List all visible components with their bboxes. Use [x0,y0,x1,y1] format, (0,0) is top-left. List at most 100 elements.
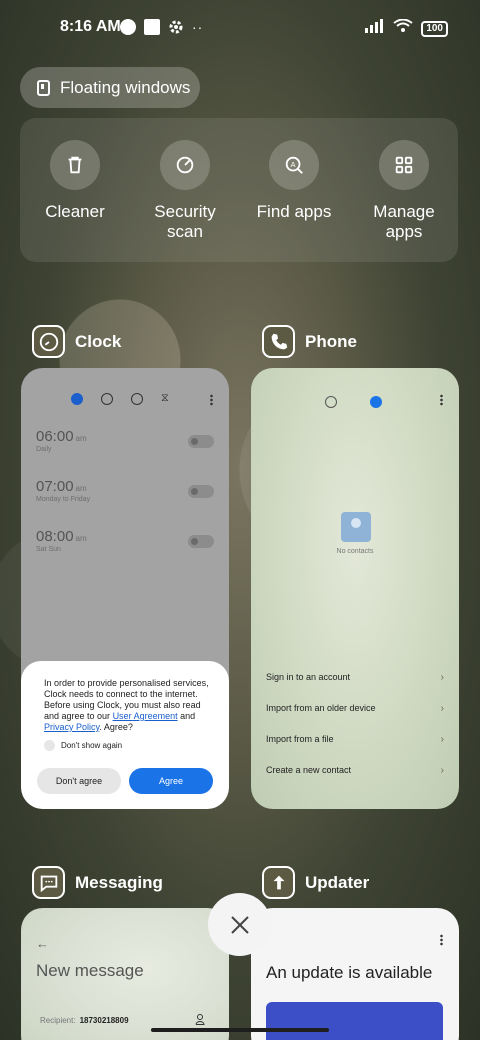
home-indicator[interactable] [151,1028,329,1032]
alarm-days: Sat Sun [36,546,61,553]
timer-tab-icon[interactable]: ⧖ [161,392,169,405]
alarm-ampm: am [75,484,87,493]
chevron-right-icon: › [440,703,444,714]
updater-app-card[interactable]: An update is available [251,908,459,1040]
messaging-app-card[interactable]: ← New message Recipient: 18730218809 [21,908,229,1040]
no-contacts-text: No contacts [336,548,374,555]
alarm-ampm: am [75,534,87,543]
find-apps-icon: A [285,156,303,174]
item-label: Create a new contact [266,765,352,775]
dont-agree-button[interactable]: Don't agree [37,768,121,794]
updater-app-icon [262,866,295,899]
alarm-toggle[interactable] [188,435,214,448]
wifi-icon [393,18,413,38]
find-apps-button[interactable]: A Find apps [244,140,344,222]
checkbox-icon [44,740,55,751]
status-bar: 8:16 AM ·· 100 [0,14,480,42]
manage-apps-label: Manage apps [373,202,435,241]
alarm-time: 08:00 [36,528,74,545]
create-contact-item[interactable]: Create a new contact › [266,765,444,776]
alarm-time: 07:00 [36,478,74,495]
sign-in-item[interactable]: Sign in to an account › [266,672,444,683]
contacts-empty-icon [341,512,371,542]
alarm-item[interactable]: 08:00 am Sat Sun [36,528,87,553]
alarm-item[interactable]: 06:00 am Daily [36,428,87,453]
clock-app-card[interactable]: ⧖ 06:00 am Daily 07:00 am Monday to Friday… [21,368,229,809]
more-options-icon[interactable] [210,394,213,406]
clock-app-icon [32,325,65,358]
privacy-policy-link[interactable]: Privacy Policy [44,722,99,732]
alarm-time: 06:00 [36,428,74,445]
stopwatch-tab-icon[interactable] [131,392,143,405]
data-saver-icon [120,19,136,35]
back-arrow-icon[interactable]: ← [36,936,49,951]
checkbox-label: Don't show again [61,741,123,750]
security-scan-icon [176,156,194,174]
quick-actions-panel: Cleaner Security scan A Find apps Manage… [20,118,458,262]
messaging-app-header[interactable]: Messaging [32,866,163,899]
updater-app-name: Updater [305,872,370,892]
floating-window-icon [37,79,50,96]
battery-icon: 100 [421,20,448,37]
security-scan-label: Security scan [154,202,216,241]
recipient-label: Recipient: [40,1016,76,1025]
trash-icon [68,156,82,174]
recipient-field[interactable]: Recipient: 18730218809 [40,1016,129,1025]
alarm-ampm: am [75,434,87,443]
svg-text:A: A [291,160,296,169]
more-options-icon[interactable] [440,394,443,406]
floating-windows-label: Floating windows [60,77,191,97]
phone-app-icon [262,325,295,358]
alarm-tab-icon[interactable] [71,392,83,405]
import-file-item[interactable]: Import from a file › [266,734,444,745]
recipient-value: 18730218809 [79,1016,129,1025]
consent-text: In order to provide personalised service… [44,678,209,732]
consent-dialog: In order to provide personalised service… [21,661,229,809]
person-icon[interactable] [195,1014,205,1025]
gear-icon [168,19,184,35]
chevron-right-icon: › [440,672,444,683]
contacts-tab-icon[interactable] [370,396,382,408]
clock-app-header[interactable]: Clock [32,325,121,358]
security-scan-button[interactable]: Security scan [135,140,235,242]
item-label: Import from an older device [266,703,376,713]
update-title: An update is available [266,963,433,982]
clock-tab-icon[interactable] [101,392,113,405]
status-time: 8:16 AM [60,18,121,35]
signal-icon [365,19,385,38]
more-options-icon[interactable] [440,934,443,946]
message-title: New message [36,961,144,980]
user-agreement-link[interactable]: User Agreement [113,711,178,721]
manage-apps-button[interactable]: Manage apps [354,140,454,242]
close-icon [230,915,249,934]
find-apps-label: Find apps [256,202,332,221]
alarm-days: Monday to Friday [36,496,91,503]
cleaner-label: Cleaner [45,202,105,221]
agree-button[interactable]: Agree [129,768,213,794]
dont-show-again-checkbox[interactable]: Don't show again [44,740,122,751]
updater-app-header[interactable]: Updater [262,866,369,899]
item-label: Import from a file [266,734,334,744]
phone-app-header[interactable]: Phone [262,325,357,358]
more-dots-icon: ·· [192,19,204,35]
import-older-device-item[interactable]: Import from an older device › [266,703,444,714]
alarm-toggle[interactable] [188,485,214,498]
alarm-days: Daily [36,446,52,453]
grid-icon [395,156,413,174]
phone-app-name: Phone [305,331,357,351]
item-label: Sign in to an account [266,672,351,682]
chevron-right-icon: › [440,734,444,745]
messaging-app-icon [32,866,65,899]
cleaner-button[interactable]: Cleaner [25,140,125,222]
clock-app-name: Clock [75,331,122,351]
alarm-toggle[interactable] [188,535,214,548]
alarm-item[interactable]: 07:00 am Monday to Friday [36,478,90,503]
messaging-app-name: Messaging [75,872,163,892]
phone-app-card[interactable]: No contacts Sign in to an account › Impor… [251,368,459,809]
chevron-right-icon: › [440,765,444,776]
floating-windows-button[interactable]: Floating windows [20,67,200,108]
update-banner [266,1002,443,1040]
close-all-button[interactable] [208,893,271,956]
call-log-tab-icon[interactable] [325,396,337,408]
notification-square-icon [144,19,160,35]
